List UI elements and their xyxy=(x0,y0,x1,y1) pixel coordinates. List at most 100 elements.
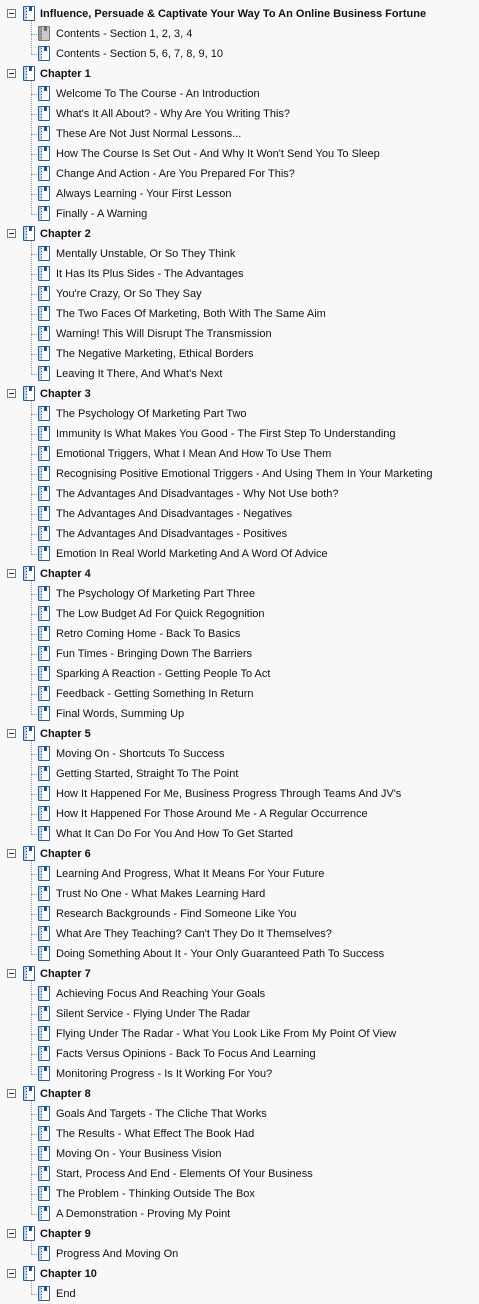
tree-item[interactable]: Flying Under The Radar - What You Look L… xyxy=(0,1024,479,1044)
tree-item[interactable]: The Problem - Thinking Outside The Box xyxy=(0,1184,479,1204)
tree-item[interactable]: The Psychology Of Marketing Part Two xyxy=(0,404,479,424)
tree-item[interactable]: You're Crazy, Or So They Say xyxy=(0,284,479,304)
tree-item[interactable]: What's It All About? - Why Are You Writi… xyxy=(0,104,479,124)
item-label[interactable]: The Psychology Of Marketing Part Two xyxy=(56,404,247,424)
collapse-toggle-icon[interactable] xyxy=(7,1229,16,1238)
tree-item[interactable]: Moving On - Shortcuts To Success xyxy=(0,744,479,764)
tree-node[interactable]: Chapter 5 xyxy=(0,724,479,744)
tree-item[interactable]: Goals And Targets - The Cliche That Work… xyxy=(0,1104,479,1124)
tree-node[interactable]: Chapter 3 xyxy=(0,384,479,404)
item-label[interactable]: Feedback - Getting Something In Return xyxy=(56,684,254,704)
tree-item[interactable]: Recognising Positive Emotional Triggers … xyxy=(0,464,479,484)
tree-item[interactable]: The Negative Marketing, Ethical Borders xyxy=(0,344,479,364)
tree-item[interactable]: What Are They Teaching? Can't They Do It… xyxy=(0,924,479,944)
item-label[interactable]: Monitoring Progress - Is It Working For … xyxy=(56,1064,272,1084)
item-label[interactable]: Goals And Targets - The Cliche That Work… xyxy=(56,1104,267,1124)
collapse-toggle-icon[interactable] xyxy=(7,1089,16,1098)
item-label[interactable]: The Problem - Thinking Outside The Box xyxy=(56,1184,255,1204)
tree-item[interactable]: How It Happened For Those Around Me - A … xyxy=(0,804,479,824)
item-label[interactable]: The Advantages And Disadvantages - Why N… xyxy=(56,484,339,504)
item-label[interactable]: Start, Process And End - Elements Of You… xyxy=(56,1164,313,1184)
tree-item[interactable]: Feedback - Getting Something In Return xyxy=(0,684,479,704)
tree-item[interactable]: The Psychology Of Marketing Part Three xyxy=(0,584,479,604)
collapse-toggle-icon[interactable] xyxy=(7,729,16,738)
tree-node[interactable]: Chapter 4 xyxy=(0,564,479,584)
tree-item[interactable]: Always Learning - Your First Lesson xyxy=(0,184,479,204)
item-label[interactable]: Progress And Moving On xyxy=(56,1244,178,1264)
item-label[interactable]: What Are They Teaching? Can't They Do It… xyxy=(56,924,332,944)
tree-item[interactable]: Trust No One - What Makes Learning Hard xyxy=(0,884,479,904)
node-label[interactable]: Chapter 7 xyxy=(40,964,91,984)
tree-item[interactable]: Contents - Section 5, 6, 7, 8, 9, 10 xyxy=(0,44,479,64)
item-label[interactable]: Learning And Progress, What It Means For… xyxy=(56,864,324,884)
item-label[interactable]: Contents - Section 1, 2, 3, 4 xyxy=(56,24,192,44)
collapse-toggle-icon[interactable] xyxy=(7,9,16,18)
item-label[interactable]: Facts Versus Opinions - Back To Focus An… xyxy=(56,1044,316,1064)
item-label[interactable]: Flying Under The Radar - What You Look L… xyxy=(56,1024,396,1044)
item-label[interactable]: Recognising Positive Emotional Triggers … xyxy=(56,464,432,484)
tree-item[interactable]: Start, Process And End - Elements Of You… xyxy=(0,1164,479,1184)
tree-item[interactable]: A Demonstration - Proving My Point xyxy=(0,1204,479,1224)
tree-item[interactable]: Warning! This Will Disrupt The Transmiss… xyxy=(0,324,479,344)
collapse-toggle-icon[interactable] xyxy=(7,969,16,978)
item-label[interactable]: Change And Action - Are You Prepared For… xyxy=(56,164,295,184)
tree-item[interactable]: Mentally Unstable, Or So They Think xyxy=(0,244,479,264)
item-label[interactable]: Leaving It There, And What's Next xyxy=(56,364,222,384)
collapse-toggle-icon[interactable] xyxy=(7,1269,16,1278)
item-label[interactable]: Research Backgrounds - Find Someone Like… xyxy=(56,904,296,924)
tree-item[interactable]: Contents - Section 1, 2, 3, 4 xyxy=(0,24,479,44)
item-label[interactable]: Silent Service - Flying Under The Radar xyxy=(56,1004,250,1024)
tree-item[interactable]: Emotional Triggers, What I Mean And How … xyxy=(0,444,479,464)
node-label[interactable]: Chapter 6 xyxy=(40,844,91,864)
node-label[interactable]: Chapter 8 xyxy=(40,1084,91,1104)
item-label[interactable]: The Psychology Of Marketing Part Three xyxy=(56,584,255,604)
item-label[interactable]: How It Happened For Those Around Me - A … xyxy=(56,804,368,824)
item-label[interactable]: Always Learning - Your First Lesson xyxy=(56,184,231,204)
tree-item[interactable]: Sparking A Reaction - Getting People To … xyxy=(0,664,479,684)
item-label[interactable]: These Are Not Just Normal Lessons... xyxy=(56,124,241,144)
tree-item[interactable]: Welcome To The Course - An Introduction xyxy=(0,84,479,104)
item-label[interactable]: Trust No One - What Makes Learning Hard xyxy=(56,884,265,904)
tree-item[interactable]: Monitoring Progress - Is It Working For … xyxy=(0,1064,479,1084)
tree-node[interactable]: Chapter 9 xyxy=(0,1224,479,1244)
collapse-toggle-icon[interactable] xyxy=(7,569,16,578)
node-label[interactable]: Chapter 2 xyxy=(40,224,91,244)
tree-item[interactable]: The Results - What Effect The Book Had xyxy=(0,1124,479,1144)
item-label[interactable]: The Results - What Effect The Book Had xyxy=(56,1124,254,1144)
item-label[interactable]: What It Can Do For You And How To Get St… xyxy=(56,824,293,844)
tree-item[interactable]: Research Backgrounds - Find Someone Like… xyxy=(0,904,479,924)
tree-item[interactable]: The Advantages And Disadvantages - Why N… xyxy=(0,484,479,504)
node-label[interactable]: Chapter 4 xyxy=(40,564,91,584)
tree-item[interactable]: Emotion In Real World Marketing And A Wo… xyxy=(0,544,479,564)
item-label[interactable]: The Negative Marketing, Ethical Borders xyxy=(56,344,253,364)
tree-item[interactable]: Doing Something About It - Your Only Gua… xyxy=(0,944,479,964)
tree-item[interactable]: These Are Not Just Normal Lessons... xyxy=(0,124,479,144)
collapse-toggle-icon[interactable] xyxy=(7,229,16,238)
node-label[interactable]: Influence, Persuade & Captivate Your Way… xyxy=(40,4,426,24)
tree-item[interactable]: Silent Service - Flying Under The Radar xyxy=(0,1004,479,1024)
tree-item[interactable]: Moving On - Your Business Vision xyxy=(0,1144,479,1164)
tree-item[interactable]: Immunity Is What Makes You Good - The Fi… xyxy=(0,424,479,444)
tree-item[interactable]: How It Happened For Me, Business Progres… xyxy=(0,784,479,804)
item-label[interactable]: How It Happened For Me, Business Progres… xyxy=(56,784,401,804)
item-label[interactable]: Sparking A Reaction - Getting People To … xyxy=(56,664,270,684)
collapse-toggle-icon[interactable] xyxy=(7,389,16,398)
tree-item[interactable]: Final Words, Summing Up xyxy=(0,704,479,724)
tree-item[interactable]: It Has Its Plus Sides - The Advantages xyxy=(0,264,479,284)
item-label[interactable]: Retro Coming Home - Back To Basics xyxy=(56,624,240,644)
item-label[interactable]: End xyxy=(56,1284,76,1304)
item-label[interactable]: Finally - A Warning xyxy=(56,204,147,224)
item-label[interactable]: Moving On - Shortcuts To Success xyxy=(56,744,225,764)
tree-node[interactable]: Chapter 7 xyxy=(0,964,479,984)
item-label[interactable]: How The Course Is Set Out - And Why It W… xyxy=(56,144,380,164)
tree-item[interactable]: The Two Faces Of Marketing, Both With Th… xyxy=(0,304,479,324)
tree-item[interactable]: The Advantages And Disadvantages - Posit… xyxy=(0,524,479,544)
tree-item[interactable]: Getting Started, Straight To The Point xyxy=(0,764,479,784)
item-label[interactable]: Contents - Section 5, 6, 7, 8, 9, 10 xyxy=(56,44,223,64)
tree-item[interactable]: End xyxy=(0,1284,479,1304)
tree-node[interactable]: Chapter 1 xyxy=(0,64,479,84)
item-label[interactable]: The Advantages And Disadvantages - Negat… xyxy=(56,504,292,524)
item-label[interactable]: Warning! This Will Disrupt The Transmiss… xyxy=(56,324,272,344)
tree-item[interactable]: Change And Action - Are You Prepared For… xyxy=(0,164,479,184)
item-label[interactable]: Emotional Triggers, What I Mean And How … xyxy=(56,444,331,464)
